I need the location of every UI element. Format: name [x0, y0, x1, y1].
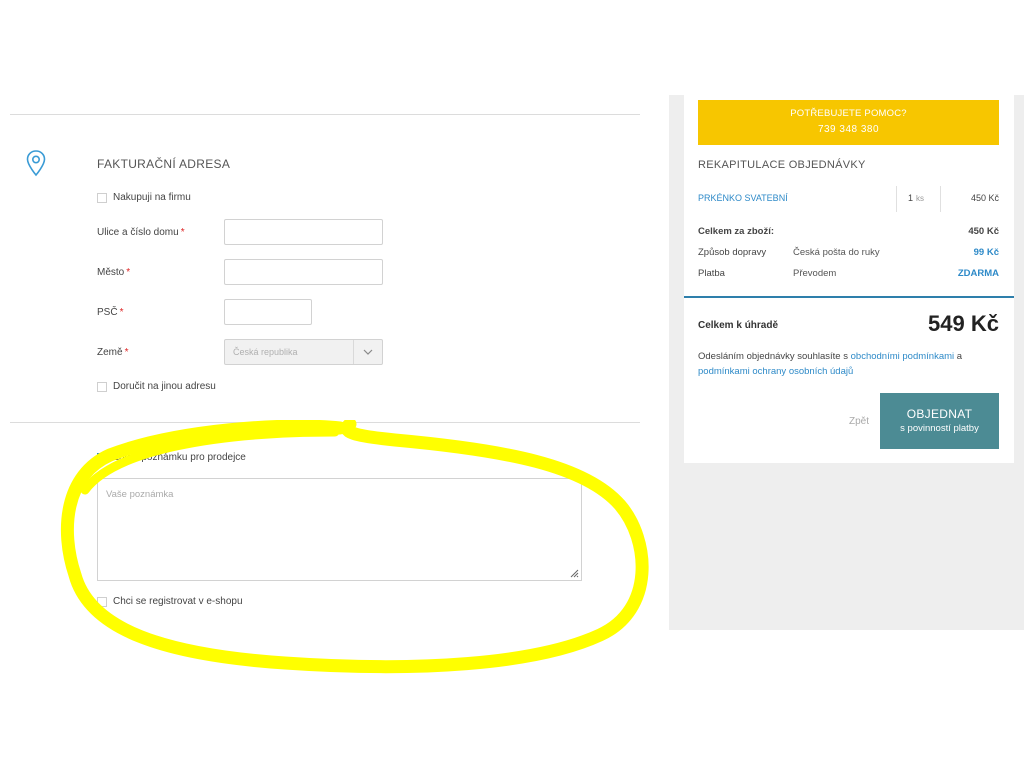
item-price: 450 Kč — [970, 193, 999, 203]
company-checkbox-label: Nakupuji na firmu — [113, 192, 191, 203]
register-checkbox-label: Chci se registrovat v e-shopu — [113, 596, 243, 607]
goods-total-label: Celkem za zboží: — [698, 226, 775, 237]
shipping-row: Způsob dopravy Česká pošta do ruky 99 Kč — [698, 247, 999, 261]
billing-title: FAKTURAČNÍ ADRESA — [97, 157, 231, 171]
help-banner[interactable]: POTŘEBUJETE POMOC? 739 348 380 — [698, 100, 999, 145]
goods-total-row: Celkem za zboží: 450 Kč — [698, 226, 999, 240]
recap-title: REKAPITULACE OBJEDNÁVKY — [698, 159, 866, 171]
required-mark: * — [124, 347, 129, 358]
privacy-link[interactable]: podmínkami ochrany osobních údajů — [698, 366, 853, 377]
payment-price: ZDARMA — [957, 268, 999, 279]
grand-total-value: 549 Kč — [928, 311, 999, 336]
country-label-text: Země — [97, 347, 123, 358]
cart-item-row: PRKÉNKO SVATEBNÍ 1 ks 450 Kč — [698, 186, 999, 212]
goods-total-value: 450 Kč — [968, 226, 999, 237]
payment-label: Platba — [698, 268, 725, 279]
item-separator — [940, 186, 941, 212]
required-mark: * — [119, 307, 124, 318]
other-address-checkbox[interactable] — [97, 381, 107, 392]
city-input[interactable] — [224, 259, 383, 285]
city-label: Město * — [97, 267, 130, 278]
required-mark: * — [126, 267, 131, 278]
item-quantity: 1 ks — [908, 193, 924, 203]
terms-link[interactable]: obchodními podmínkami — [851, 351, 955, 362]
register-checkbox-row[interactable]: Chci se registrovat v e-shopu — [97, 596, 243, 607]
item-name-link[interactable]: PRKÉNKO SVATEBNÍ — [698, 193, 788, 203]
back-link[interactable]: Zpět — [849, 416, 869, 427]
country-select-value: Česká republika — [233, 347, 298, 357]
country-select[interactable]: Česká republika — [224, 339, 383, 365]
country-label: Země * — [97, 347, 128, 358]
terms-text-1: Odesláním objednávky souhlasíte s — [698, 351, 851, 362]
other-address-checkbox-label: Doručit na jinou adresu — [113, 381, 216, 392]
street-label-text: Ulice a číslo domu — [97, 227, 179, 238]
zip-input[interactable] — [224, 299, 312, 325]
terms-text-2: a — [954, 351, 963, 362]
select-separator — [353, 340, 354, 364]
note-checkbox[interactable] — [97, 452, 107, 463]
payment-method: Převodem — [793, 268, 837, 279]
resize-handle-icon[interactable] — [570, 569, 579, 578]
zip-label-text: PSČ — [97, 307, 118, 318]
grand-total-label: Celkem k úhradě — [698, 320, 779, 331]
item-unit: ks — [916, 194, 925, 203]
street-label: Ulice a číslo domu * — [97, 227, 185, 238]
shipping-label: Způsob dopravy — [698, 247, 767, 258]
chevron-down-icon — [363, 349, 373, 355]
help-title: POTŘEBUJETE POMOC? — [790, 108, 907, 119]
required-mark: * — [180, 227, 185, 238]
order-button[interactable]: OBJEDNAT s povinností platby — [880, 393, 999, 449]
item-separator — [896, 186, 897, 212]
company-checkbox[interactable] — [97, 192, 107, 203]
note-checkbox-row[interactable]: Zadat poznámku pro prodejce — [97, 452, 246, 463]
location-pin-icon — [26, 150, 46, 177]
mid-divider — [10, 422, 640, 423]
help-phone[interactable]: 739 348 380 — [698, 124, 999, 135]
company-checkbox-row[interactable]: Nakupuji na firmu — [97, 192, 191, 203]
item-qty-value: 1 — [908, 193, 914, 203]
note-placeholder: Vaše poznámka — [106, 489, 174, 500]
shipping-price: 99 Kč — [973, 247, 999, 258]
order-button-label: OBJEDNAT — [906, 407, 973, 421]
total-divider — [684, 296, 1014, 298]
payment-row: Platba Převodem ZDARMA — [698, 268, 999, 282]
terms-text: Odesláním objednávky souhlasíte s obchod… — [698, 349, 1003, 379]
shipping-method: Česká pošta do ruky — [793, 247, 880, 258]
city-label-text: Město — [97, 267, 125, 278]
zip-label: PSČ * — [97, 307, 123, 318]
top-divider — [10, 114, 640, 115]
street-input[interactable] — [224, 219, 383, 245]
register-checkbox[interactable] — [97, 596, 107, 607]
other-address-checkbox-row[interactable]: Doručit na jinou adresu — [97, 381, 216, 392]
note-checkbox-label: Zadat poznámku pro prodejce — [113, 452, 246, 463]
note-textarea[interactable]: Vaše poznámka — [97, 478, 582, 581]
order-button-sublabel: s povinností platby — [900, 423, 979, 434]
